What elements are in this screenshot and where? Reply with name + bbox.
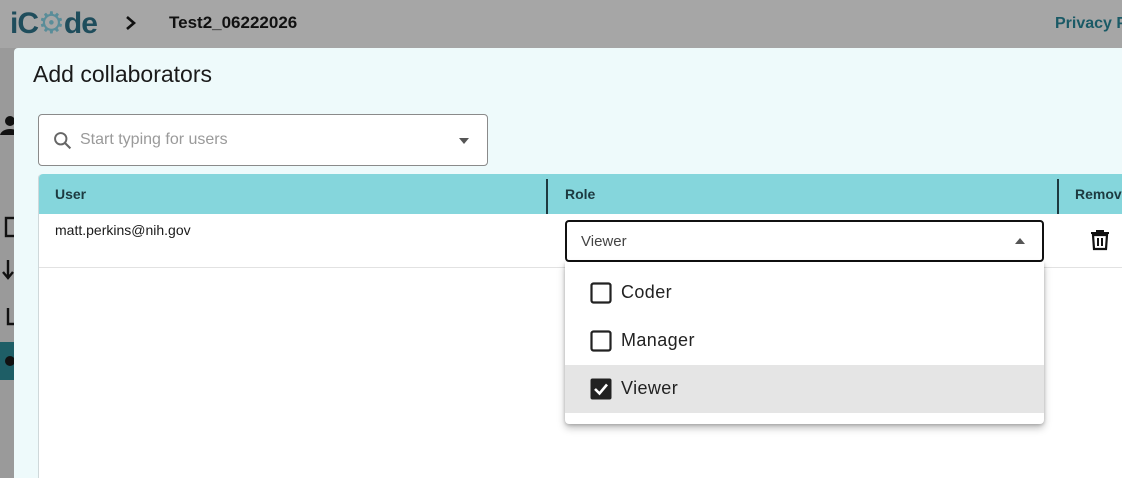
icode-logo[interactable]: iC⚙de bbox=[10, 6, 98, 42]
checkbox-checked-icon[interactable] bbox=[590, 378, 612, 400]
bar-chart-icon[interactable] bbox=[0, 304, 14, 326]
search-icon bbox=[54, 132, 72, 150]
role-option-label: Viewer bbox=[621, 378, 679, 398]
cell-user-email: matt.perkins@nih.gov bbox=[55, 222, 191, 238]
person-icon[interactable] bbox=[0, 114, 14, 136]
user-search-input[interactable] bbox=[80, 129, 440, 151]
checkbox-unchecked-icon[interactable] bbox=[590, 282, 612, 304]
column-separator[interactable] bbox=[1057, 179, 1059, 214]
caret-up-icon bbox=[1015, 238, 1025, 244]
arrow-down-icon[interactable] bbox=[0, 258, 14, 280]
gear-icon: ⚙ bbox=[38, 7, 65, 40]
role-options-menu: Coder Manager Viewer bbox=[565, 262, 1044, 424]
table-row: matt.perkins@nih.gov Viewer bbox=[39, 214, 1122, 268]
table-header: User Role Remov bbox=[39, 174, 1122, 214]
role-select-value: Viewer bbox=[581, 233, 627, 250]
document-icon[interactable] bbox=[0, 216, 14, 238]
dialog-title: Add collaborators bbox=[33, 61, 212, 87]
caret-down-icon[interactable] bbox=[458, 137, 470, 145]
app-header: iC⚙de Test2_06222026 Privacy P bbox=[0, 0, 1122, 48]
role-select[interactable]: Viewer bbox=[565, 220, 1044, 262]
role-option-coder[interactable]: Coder bbox=[565, 269, 1044, 317]
column-header-role[interactable]: Role bbox=[565, 174, 595, 214]
sidebar bbox=[0, 48, 14, 478]
user-search-combobox[interactable] bbox=[38, 114, 488, 166]
group-icon bbox=[5, 356, 14, 366]
role-option-viewer[interactable]: Viewer bbox=[565, 365, 1044, 413]
role-option-manager[interactable]: Manager bbox=[565, 317, 1044, 365]
sidebar-item-collaborators-active[interactable] bbox=[0, 342, 14, 380]
breadcrumb-project-title[interactable]: Test2_06222026 bbox=[169, 13, 297, 33]
column-header-remove[interactable]: Remov bbox=[1075, 174, 1122, 214]
checkbox-unchecked-icon[interactable] bbox=[590, 330, 612, 352]
privacy-policy-link[interactable]: Privacy P bbox=[1055, 15, 1122, 33]
role-option-label: Manager bbox=[621, 330, 695, 350]
role-option-label: Coder bbox=[621, 282, 673, 302]
column-separator[interactable] bbox=[546, 179, 548, 214]
column-header-user[interactable]: User bbox=[55, 174, 86, 214]
chevron-right-icon bbox=[126, 16, 136, 30]
trash-icon[interactable] bbox=[1088, 227, 1112, 251]
